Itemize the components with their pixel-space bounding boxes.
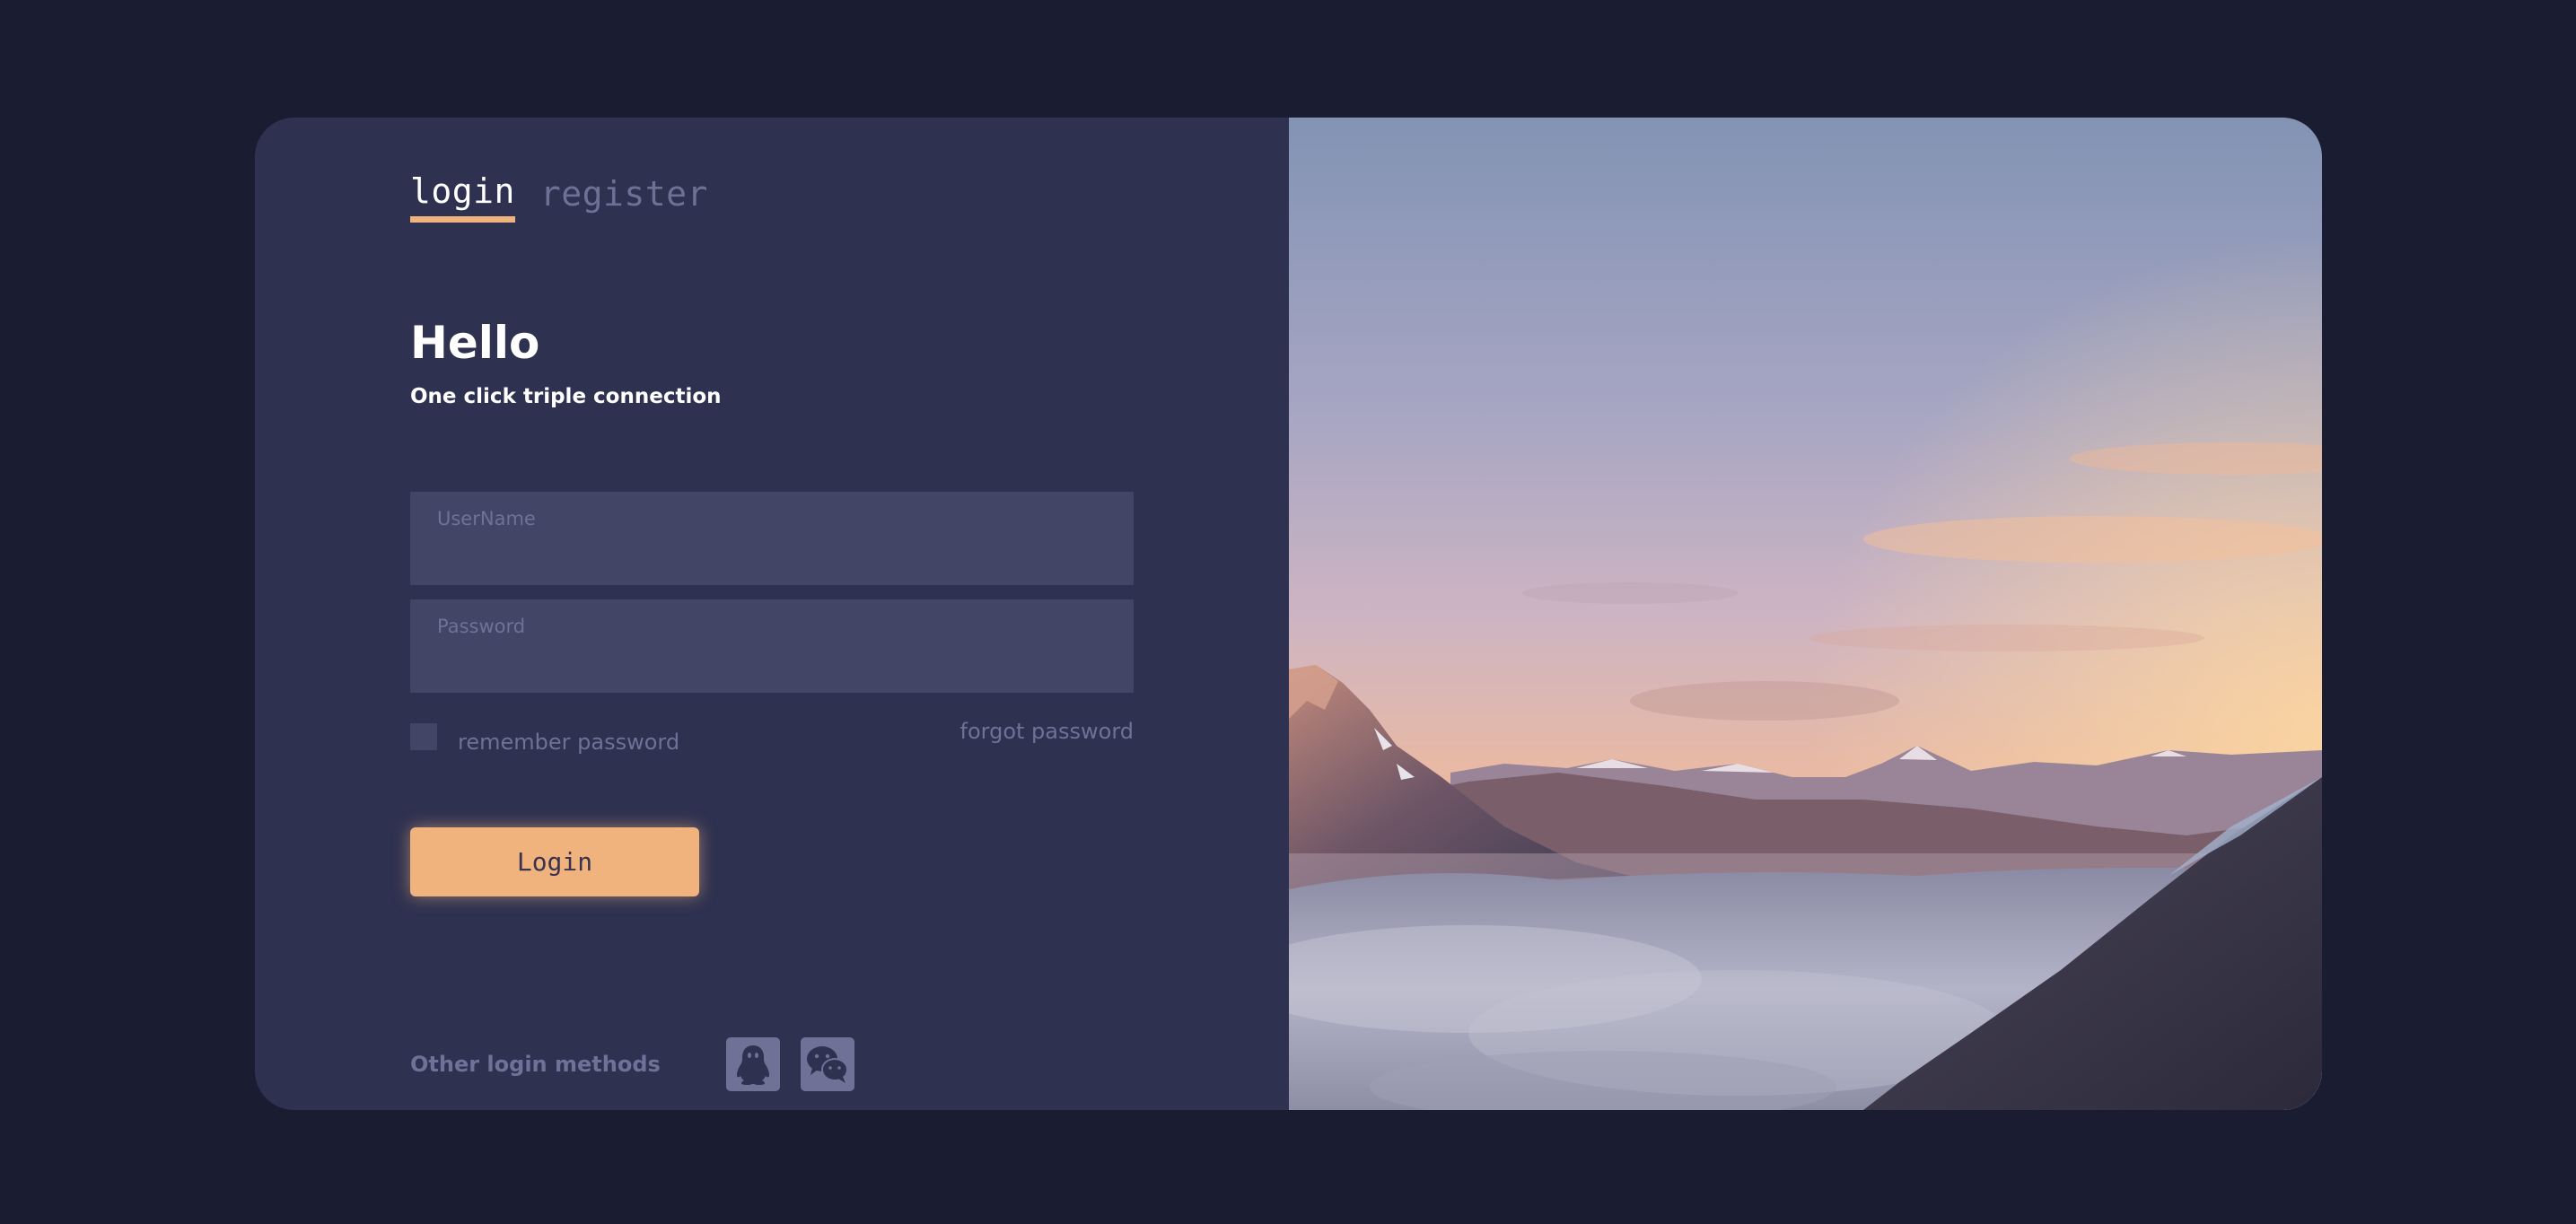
wechat-icon [806,1046,848,1083]
auth-tabs: login register [410,171,708,223]
page-subtitle: One click triple connection [410,385,722,408]
tab-login[interactable]: login [410,171,515,223]
username-input[interactable] [437,538,1110,565]
login-button[interactable]: Login [410,827,699,896]
username-label: UserName [437,508,536,529]
tab-register[interactable]: register [540,174,708,223]
password-field[interactable]: Password [410,599,1134,693]
qq-penguin-icon [736,1045,769,1085]
remember-password[interactable]: remember password [410,719,679,755]
remember-checkbox[interactable] [410,723,437,750]
other-login-methods: Other login methods [410,1037,875,1091]
qq-login-button[interactable] [725,1037,780,1091]
wechat-login-button[interactable] [800,1037,854,1091]
remember-label: remember password [458,730,680,755]
other-login-label: Other login methods [410,1052,661,1077]
login-panel: login register Hello One click triple co… [255,118,1289,1110]
login-card: login register Hello One click triple co… [255,118,2322,1110]
username-field[interactable]: UserName [410,492,1134,585]
password-input[interactable] [437,646,1110,673]
page-title: Hello [410,317,540,369]
forgot-password-link[interactable]: forgot password [960,719,1134,744]
password-label: Password [437,616,526,637]
mountain-illustration [1289,118,2322,1110]
